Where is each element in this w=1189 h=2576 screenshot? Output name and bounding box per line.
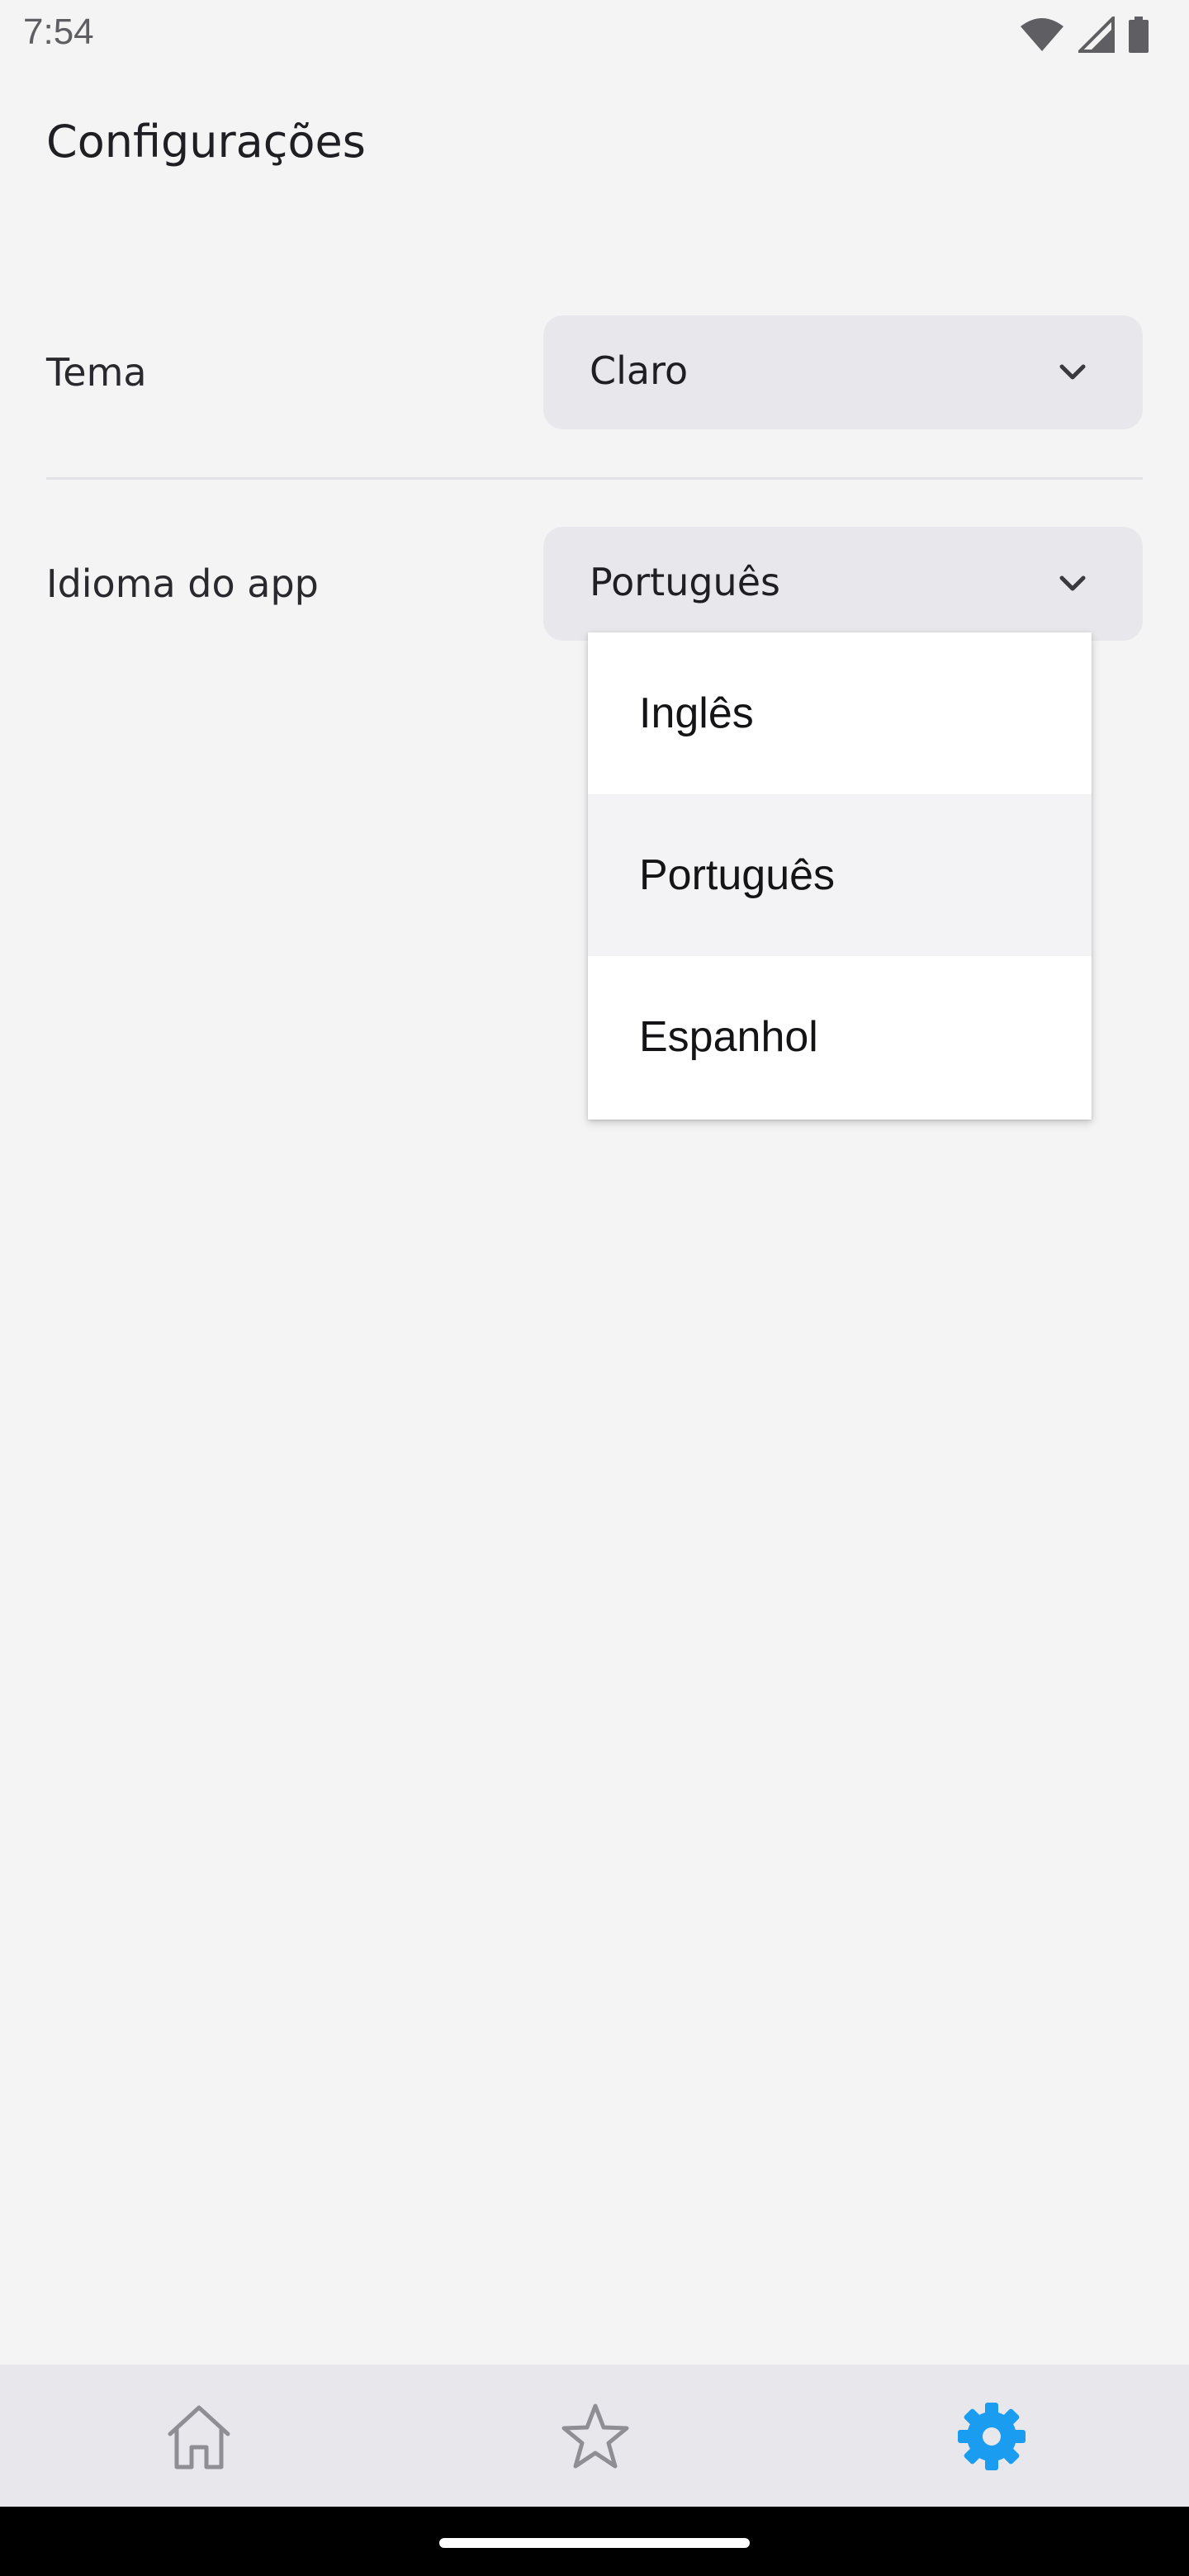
star-icon bbox=[561, 2403, 629, 2469]
language-select[interactable]: Português bbox=[543, 527, 1143, 641]
theme-select-value: Claro bbox=[590, 348, 689, 393]
chevron-down-icon bbox=[1059, 575, 1086, 591]
nav-settings-button[interactable] bbox=[955, 2399, 1029, 2474]
system-gesture-bar bbox=[0, 2507, 1189, 2576]
language-dropdown-menu: Inglês Português Espanhol bbox=[588, 632, 1092, 1120]
status-icons bbox=[1019, 15, 1149, 54]
battery-icon bbox=[1129, 17, 1149, 53]
gesture-handle[interactable] bbox=[439, 2538, 750, 2548]
cellular-signal-icon bbox=[1078, 17, 1115, 53]
chevron-down-icon bbox=[1059, 364, 1086, 380]
theme-label: Tema bbox=[46, 350, 147, 395]
status-time: 7:54 bbox=[23, 12, 94, 52]
status-bar: 7:54 bbox=[0, 0, 1189, 69]
bottom-navigation bbox=[0, 2365, 1189, 2507]
divider bbox=[46, 477, 1143, 480]
home-icon bbox=[168, 2405, 230, 2469]
menu-item-english[interactable]: Inglês bbox=[588, 632, 1092, 794]
language-label: Idioma do app bbox=[46, 561, 319, 606]
page-title: Configurações bbox=[46, 116, 366, 168]
nav-home-button[interactable] bbox=[162, 2399, 236, 2474]
menu-item-portuguese[interactable]: Português bbox=[588, 794, 1092, 956]
theme-select[interactable]: Claro bbox=[543, 315, 1143, 429]
language-select-value: Português bbox=[590, 560, 780, 604]
gear-icon bbox=[958, 2403, 1026, 2470]
wifi-icon bbox=[1021, 18, 1063, 51]
nav-favorites-button[interactable] bbox=[558, 2399, 632, 2474]
menu-item-spanish[interactable]: Espanhol bbox=[588, 956, 1092, 1118]
